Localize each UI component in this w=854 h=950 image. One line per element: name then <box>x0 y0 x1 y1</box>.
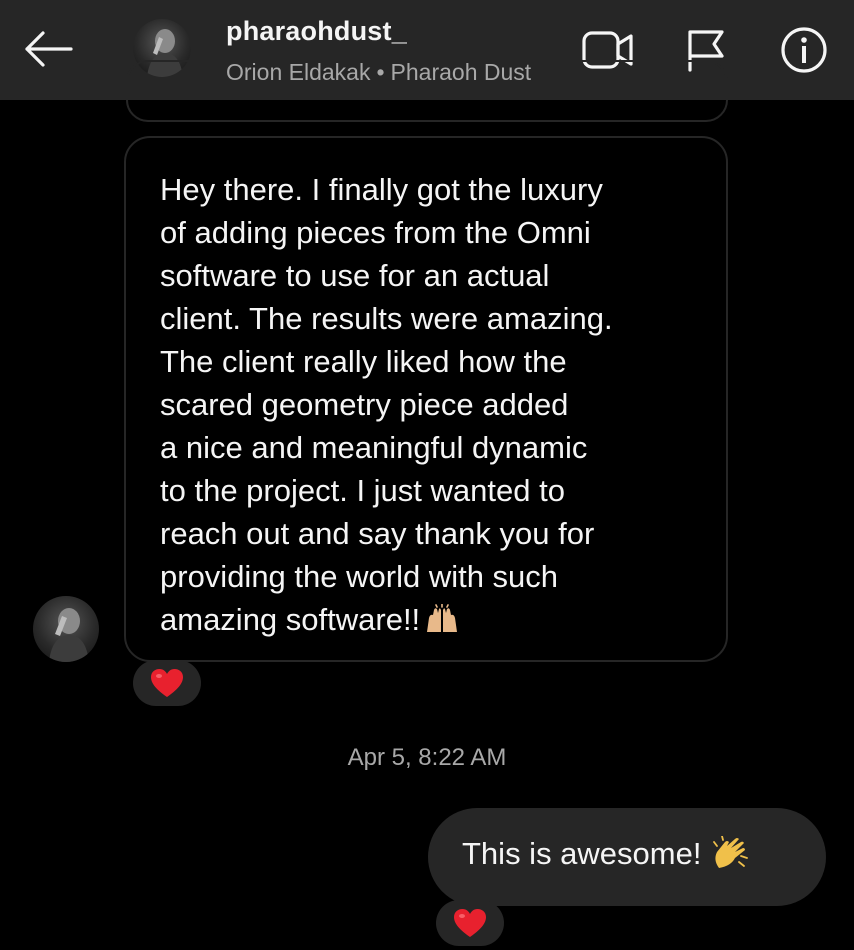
incoming-message-body: Hey there. I finally got the luxury of a… <box>160 172 613 637</box>
heart-reaction[interactable] <box>436 900 504 946</box>
back-button[interactable] <box>14 18 80 80</box>
sender-avatar[interactable] <box>33 596 99 662</box>
heart-reaction[interactable] <box>133 660 201 706</box>
thread-username[interactable]: pharaohdust_ <box>226 16 407 47</box>
info-button[interactable] <box>774 22 834 78</box>
message-timestamp: Apr 5, 8:22 AM <box>347 744 507 771</box>
incoming-message-text: Hey there. I finally got the luxury of a… <box>160 168 720 645</box>
info-icon <box>781 27 827 73</box>
outgoing-message-bubble[interactable]: This is awesome! <box>428 808 826 906</box>
red-heart-icon <box>454 909 486 937</box>
red-heart-icon <box>151 669 183 697</box>
outgoing-message-body: This is awesome! <box>462 836 702 871</box>
incoming-message-bubble[interactable]: Hey there. I finally got the luxury of a… <box>124 136 728 662</box>
profile-photo <box>49 608 89 662</box>
arrow-left-icon <box>25 31 73 67</box>
direct-message-thread: pharaohdust_ Orion Eldakak • Pharaoh Dust <box>0 0 854 950</box>
clapping-hands-emoji <box>711 835 751 878</box>
previous-message-bubble[interactable] <box>126 60 728 122</box>
raising-hands-emoji <box>424 602 460 645</box>
outgoing-message-text: This is awesome! <box>462 835 751 878</box>
